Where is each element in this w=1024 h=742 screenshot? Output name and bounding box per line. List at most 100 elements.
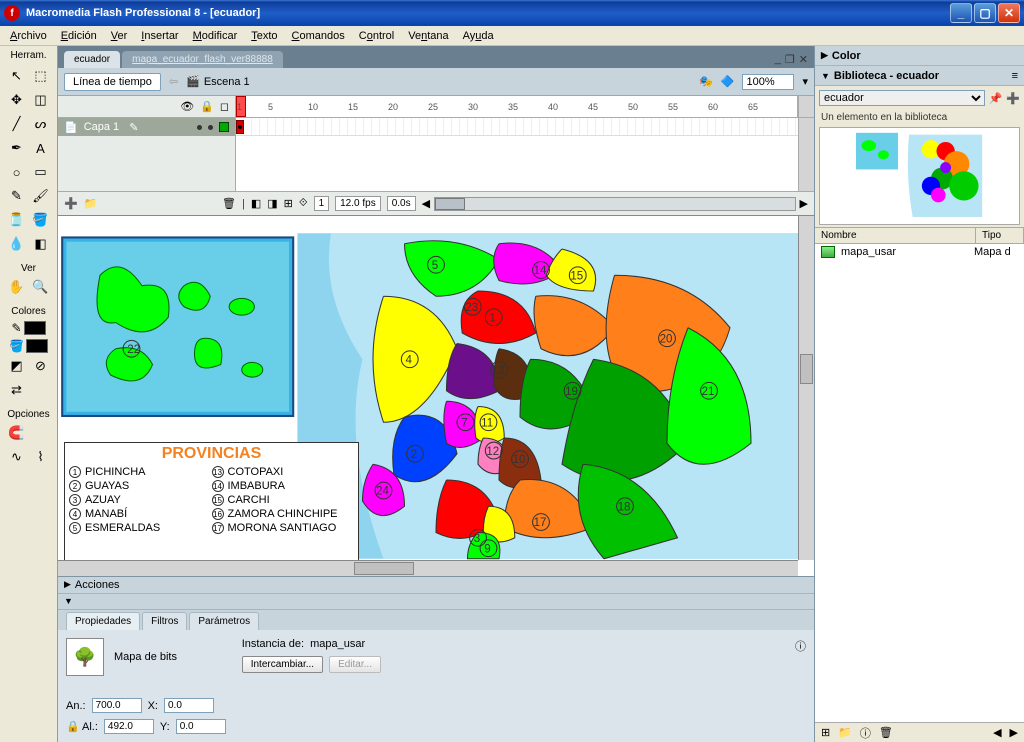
delete-icon[interactable]: 🗑 bbox=[879, 726, 893, 739]
line-tool-icon[interactable]: ╱ bbox=[6, 113, 28, 135]
new-folder-icon[interactable]: 📁 bbox=[838, 726, 852, 739]
actions-panel-header[interactable]: ▶ Acciones bbox=[58, 577, 814, 594]
menu-comandos[interactable]: Comandos bbox=[286, 28, 351, 44]
menu-ver[interactable]: Ver bbox=[105, 28, 134, 44]
new-layer-icon[interactable]: ➕ bbox=[64, 197, 78, 210]
edit-frames-icon[interactable]: ⊞ bbox=[284, 197, 293, 210]
free-transform-tool-icon[interactable]: ✥ bbox=[6, 89, 28, 111]
menu-texto[interactable]: Texto bbox=[245, 28, 283, 44]
new-library-icon[interactable]: ➕ bbox=[1006, 92, 1020, 105]
close-button[interactable]: ✕ bbox=[998, 3, 1020, 23]
timeline-toggle-button[interactable]: Línea de tiempo bbox=[64, 73, 161, 91]
library-document-select[interactable]: ecuador bbox=[819, 90, 985, 106]
zoom-dropdown-icon[interactable]: ▾ bbox=[802, 75, 808, 88]
doc-tab-inactive[interactable]: mapa_ecuador_flash_ver88888 bbox=[122, 51, 283, 68]
properties-icon[interactable]: ⓘ bbox=[860, 725, 871, 741]
delete-layer-icon[interactable]: 🗑 bbox=[222, 197, 236, 210]
help-icon[interactable]: ⓘ bbox=[795, 638, 806, 654]
snap-option-icon[interactable]: 🧲 bbox=[6, 422, 28, 444]
straighten-option-icon[interactable]: ⌇ bbox=[30, 446, 52, 468]
brush-tool-icon[interactable]: 🖌 bbox=[30, 185, 52, 207]
doc-close-icon[interactable]: ✕ bbox=[799, 53, 808, 66]
library-panel-header[interactable]: ▼Biblioteca - ecuador≡ bbox=[815, 66, 1024, 86]
keyframe-icon[interactable] bbox=[236, 120, 244, 134]
eyedropper-tool-icon[interactable]: 💧 bbox=[6, 233, 28, 255]
paint-bucket-tool-icon[interactable]: 🪣 bbox=[30, 209, 52, 231]
gradient-transform-tool-icon[interactable]: ◫ bbox=[30, 89, 52, 111]
maximize-button[interactable]: ▢ bbox=[974, 3, 996, 23]
pencil-tool-icon[interactable]: ✎ bbox=[6, 185, 28, 207]
properties-panel-header[interactable]: ▼ bbox=[58, 594, 814, 611]
stage-vertical-scrollbar[interactable] bbox=[798, 216, 814, 560]
eraser-tool-icon[interactable]: ◧ bbox=[30, 233, 52, 255]
scroll-left-icon[interactable]: ◀ bbox=[993, 726, 1001, 739]
x-input[interactable] bbox=[164, 698, 214, 713]
stage[interactable]: 22 bbox=[58, 216, 814, 576]
tab-filtros[interactable]: Filtros bbox=[142, 612, 187, 630]
stroke-color-swatch[interactable] bbox=[24, 321, 46, 335]
outline-column-icon[interactable]: ◻ bbox=[220, 100, 229, 113]
default-colors-icon[interactable]: ◩ bbox=[6, 355, 28, 377]
lock-aspect-icon[interactable]: 🔒 bbox=[66, 720, 76, 733]
rectangle-tool-icon[interactable]: ▭ bbox=[30, 161, 52, 183]
text-tool-icon[interactable]: A bbox=[30, 137, 52, 159]
pin-library-icon[interactable]: 📌 bbox=[989, 92, 1003, 105]
edit-symbols-icon[interactable]: 🔷 bbox=[721, 75, 735, 88]
scroll-right-icon[interactable]: ▶ bbox=[1010, 726, 1018, 739]
scroll-right-icon[interactable]: ▶ bbox=[800, 197, 808, 210]
minimize-button[interactable]: _ bbox=[950, 3, 972, 23]
width-input[interactable] bbox=[92, 698, 142, 713]
onion-skin-outlines-icon[interactable]: ◨ bbox=[267, 197, 277, 210]
smooth-option-icon[interactable]: ∿ bbox=[6, 446, 28, 468]
menu-insertar[interactable]: Insertar bbox=[135, 28, 184, 44]
swap-colors-icon[interactable]: ⇄ bbox=[6, 379, 28, 401]
color-panel-header[interactable]: ▶Color bbox=[815, 46, 1024, 66]
zoom-input[interactable]: 100% bbox=[742, 74, 794, 90]
eye-column-icon[interactable]: 👁 bbox=[180, 100, 194, 113]
menu-modificar[interactable]: Modificar bbox=[187, 28, 244, 44]
lasso-tool-icon[interactable]: ᔕ bbox=[30, 113, 52, 135]
option-icon[interactable] bbox=[30, 422, 52, 444]
menu-ayuda[interactable]: Ayuda bbox=[457, 28, 500, 44]
tab-propiedades[interactable]: Propiedades bbox=[66, 612, 140, 630]
doc-tab-active[interactable]: ecuador bbox=[64, 51, 120, 68]
ink-bottle-tool-icon[interactable]: 🫙 bbox=[6, 209, 28, 231]
fill-color-swatch[interactable] bbox=[26, 339, 48, 353]
swap-button[interactable]: Intercambiar... bbox=[242, 656, 323, 673]
pen-tool-icon[interactable]: ✒ bbox=[6, 137, 28, 159]
zoom-tool-icon[interactable]: 🔍 bbox=[30, 276, 52, 298]
doc-minimize-icon[interactable]: _ bbox=[775, 53, 781, 66]
col-name[interactable]: Nombre bbox=[815, 228, 976, 243]
height-input[interactable] bbox=[104, 719, 154, 734]
new-folder-icon[interactable]: 📁 bbox=[84, 197, 98, 210]
lock-column-icon[interactable]: 🔒 bbox=[200, 100, 214, 113]
menu-ventana[interactable]: Ventana bbox=[402, 28, 454, 44]
fps-display: 12.0 fps bbox=[335, 196, 381, 211]
y-input[interactable] bbox=[176, 719, 226, 734]
panel-menu-icon[interactable]: ≡ bbox=[1012, 70, 1018, 82]
selection-tool-icon[interactable]: ↖ bbox=[6, 65, 28, 87]
doc-restore-icon[interactable]: ❐ bbox=[785, 53, 795, 66]
library-item[interactable]: mapa_usar Mapa d bbox=[815, 244, 1024, 260]
new-symbol-icon[interactable]: ⊞ bbox=[821, 726, 830, 739]
hand-tool-icon[interactable]: ✋ bbox=[6, 276, 28, 298]
edit-scene-icon[interactable]: 🎭 bbox=[699, 75, 713, 88]
tab-parametros[interactable]: Parámetros bbox=[189, 612, 259, 630]
back-icon[interactable]: ⇦ bbox=[169, 75, 178, 88]
menu-edicion[interactable]: Edición bbox=[55, 28, 103, 44]
timeline-ruler[interactable]: 1 5 10 15 20 25 30 35 40 45 50 55 60 65 bbox=[236, 96, 798, 117]
timeline-scrollbar[interactable] bbox=[434, 197, 795, 211]
stage-horizontal-scrollbar[interactable] bbox=[58, 560, 798, 576]
menu-control[interactable]: Control bbox=[353, 28, 400, 44]
scroll-left-icon[interactable]: ◀ bbox=[422, 197, 430, 210]
no-color-icon[interactable]: ⊘ bbox=[30, 355, 52, 377]
layer-row[interactable]: 📄 Capa 1 ✎ bbox=[58, 118, 235, 136]
col-type[interactable]: Tipo bbox=[976, 228, 1024, 243]
center-frame-icon[interactable]: ⟐ bbox=[299, 197, 308, 210]
onion-skin-icon[interactable]: ◧ bbox=[251, 197, 261, 210]
oval-tool-icon[interactable]: ○ bbox=[6, 161, 28, 183]
subselection-tool-icon[interactable]: ⬚ bbox=[30, 65, 52, 87]
scene-label[interactable]: 🎬 Escena 1 bbox=[186, 75, 250, 88]
menu-archivo[interactable]: Archivo bbox=[4, 28, 53, 44]
frames-area[interactable] bbox=[236, 118, 798, 191]
